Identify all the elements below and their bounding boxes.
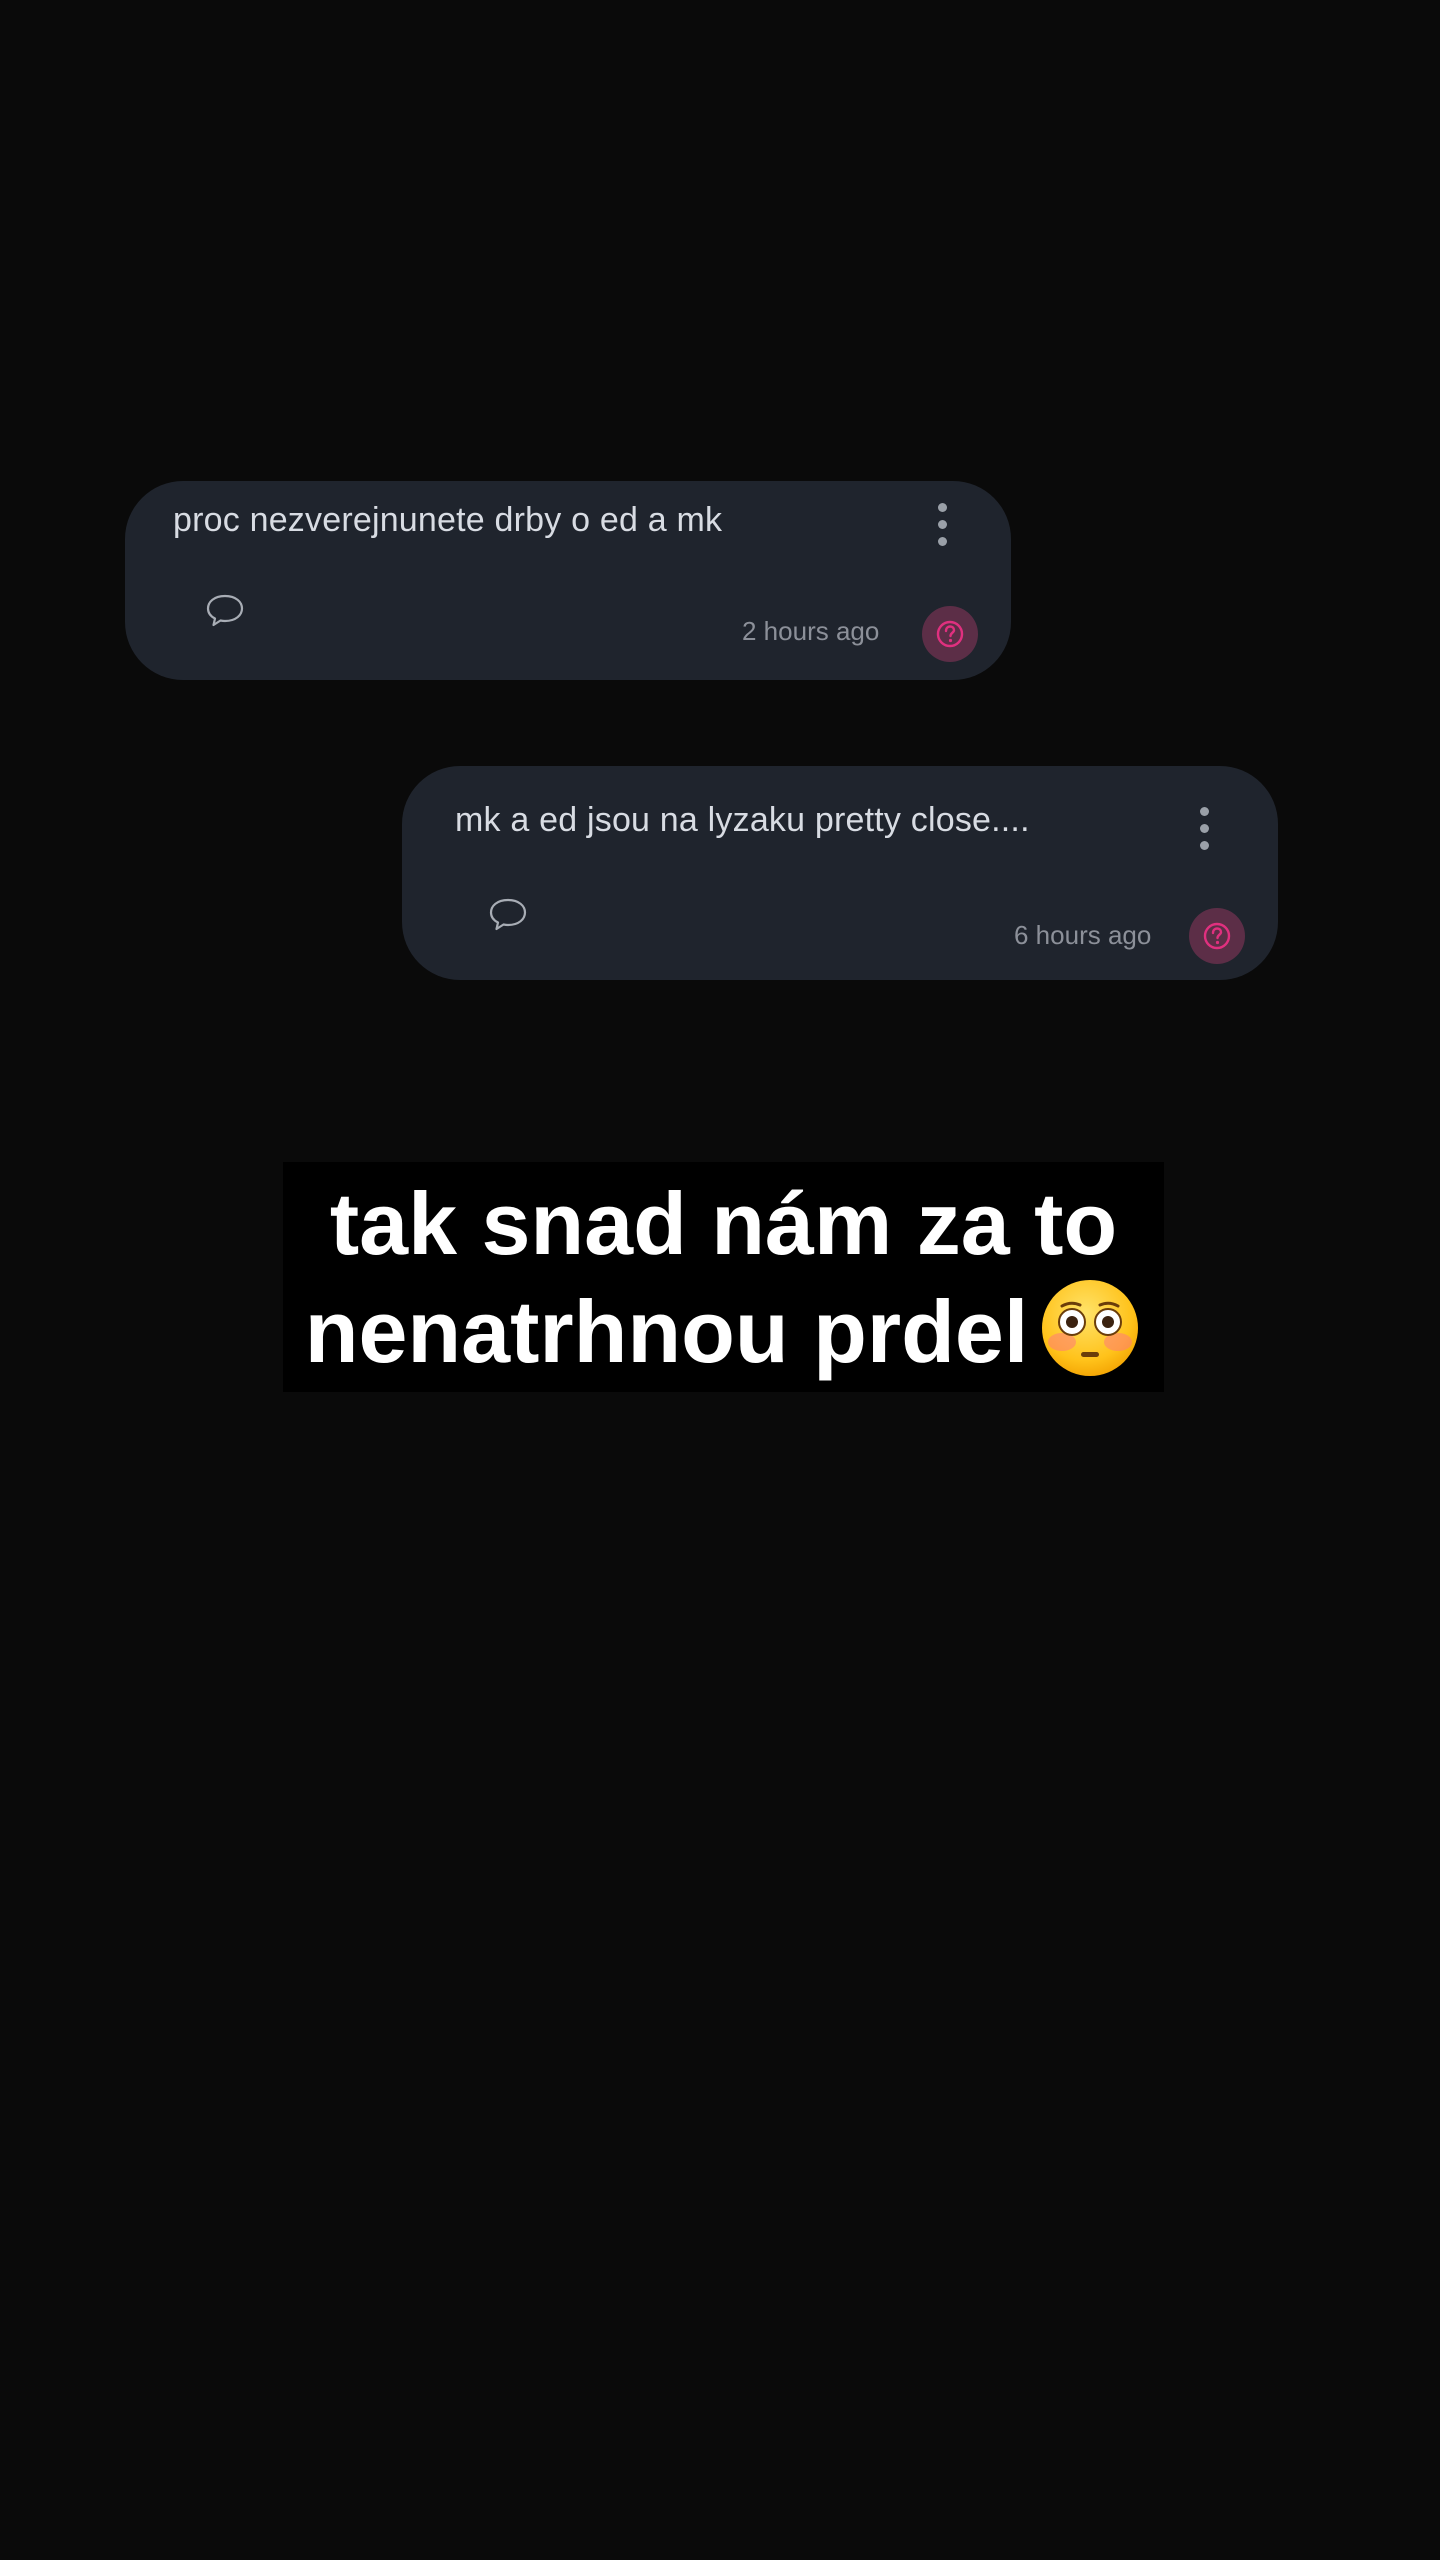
post-card[interactable]: mk a ed jsou na lyzaku pretty close.... … [402, 766, 1278, 980]
post-text: proc nezverejnunete drby o ed a mk [173, 501, 723, 539]
post-timestamp: 6 hours ago [1014, 920, 1152, 950]
story-caption: tak snad nám za to nenatrhnou prdel [283, 1162, 1164, 1392]
flushed-face-icon [1042, 1280, 1139, 1376]
caption-line-2-text: nenatrhnou prdel [304, 1282, 1029, 1381]
post-card[interactable]: proc nezverejnunete drby o ed a mk 2 hou… [125, 481, 1011, 680]
post-text: mk a ed jsou na lyzaku pretty close.... [455, 801, 1030, 839]
post-timestamp: 2 hours ago [742, 616, 880, 646]
comment-icon[interactable] [205, 593, 245, 629]
question-icon [936, 620, 964, 648]
comment-icon[interactable] [488, 897, 528, 933]
caption-line-2: nenatrhnou prdel [283, 1276, 1164, 1384]
question-icon [1203, 922, 1231, 950]
more-options-icon[interactable] [1197, 807, 1211, 850]
more-options-icon[interactable] [935, 503, 949, 546]
avatar[interactable] [922, 606, 978, 662]
caption-line-1: tak snad nám za to [329, 1174, 1118, 1273]
avatar[interactable] [1189, 908, 1245, 964]
